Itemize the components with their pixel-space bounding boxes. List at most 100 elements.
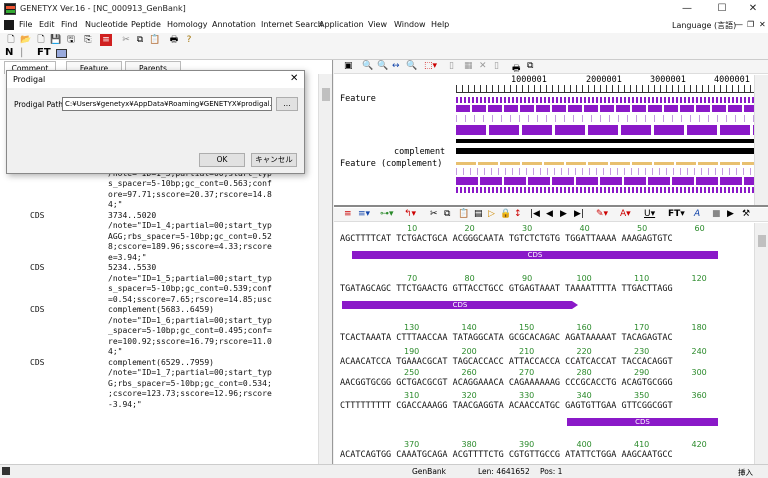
marker-color-icon[interactable]: ✎▾ (596, 209, 608, 219)
menu-annotation[interactable]: Annotation (212, 20, 256, 29)
tools-icon[interactable]: ⚒ (742, 209, 750, 219)
cds-feature-bar[interactable]: CDS (567, 418, 718, 426)
left-scroll-thumb[interactable] (322, 88, 330, 101)
ft-button[interactable]: FT (37, 47, 51, 58)
export-icon[interactable]: ⎘ (82, 34, 94, 46)
help-icon[interactable]: ? (183, 34, 195, 46)
menu-edit[interactable]: Edit (39, 20, 55, 29)
feature-text-line: 5234..5530 (108, 263, 157, 272)
menu-application[interactable]: Application (319, 20, 364, 29)
sequence-line[interactable]: TCACTAAATA CTTTAACCAA TATAGGCATA GCGCACA… (340, 333, 673, 343)
select-icon[interactable]: ⬚▾ (424, 61, 437, 71)
menu-file[interactable]: File (19, 20, 32, 29)
seq-copy-icon[interactable]: ⧉ (444, 209, 450, 219)
new-file-icon[interactable]: 🗋 (5, 34, 17, 46)
cds-feature-bar[interactable]: CDS (352, 251, 718, 259)
map-scrollbar[interactable] (754, 75, 768, 205)
save-all-icon[interactable]: 🖫 (65, 34, 77, 46)
italic-icon[interactable]: A (694, 209, 700, 219)
menu-language[interactable]: Language (言語) (672, 20, 736, 31)
bar-icon[interactable]: ▯ (494, 61, 499, 71)
pin-icon[interactable]: ↕ (514, 209, 522, 219)
sequence-line[interactable]: AACGGTGCGG GCTGACGCGT ACAGGAAACA CAGAAAA… (340, 378, 673, 388)
cds-feature-bar[interactable]: CDS (342, 301, 578, 309)
stop-icon[interactable]: ■ (712, 209, 721, 219)
path-input[interactable]: C:¥Users¥genetyx¥AppData¥Roaming¥GENETYX… (62, 97, 272, 111)
menu-help[interactable]: Help (431, 20, 449, 29)
ruler-tick-3: 3000001 (650, 75, 686, 85)
maximize-button[interactable]: ☐ (707, 2, 737, 16)
lock-icon[interactable]: 🔒 (500, 209, 511, 219)
cancel-button[interactable]: キャンセル (251, 153, 297, 167)
prev-icon[interactable]: ◀ (546, 209, 553, 219)
menu-find[interactable]: Find (61, 20, 77, 29)
menu-nucleotide[interactable]: Nucleotide (85, 20, 128, 29)
zoom-fit-icon[interactable]: 🔍 (406, 61, 417, 71)
sequence-position-number: 310 (404, 391, 420, 400)
play-icon[interactable]: ▶ (727, 209, 734, 219)
zoom-in-icon[interactable]: 🔍 (362, 61, 373, 71)
line-style2-icon[interactable]: ≡▾ (358, 209, 370, 219)
sequence-line[interactable]: TGATAGCAGC TTCTGAACTG GTTACCTGCC GTGAGTA… (340, 284, 673, 294)
goto-icon[interactable]: ▷ (488, 209, 495, 219)
new-doc-icon[interactable]: 🗋 (35, 34, 47, 46)
mdi-minimize-icon[interactable]: — (735, 20, 743, 29)
complement-track-thin (456, 162, 754, 165)
cut-icon[interactable]: ✂ (120, 34, 132, 46)
copy-icon[interactable]: ⧉ (134, 34, 146, 46)
seq-paste-icon[interactable]: 📋 (458, 209, 469, 219)
ruler-ticks (456, 85, 754, 93)
sequence-toolbar: ≡ ≡▾ ⊶▾ ↰▾ ✂ ⧉ 📋 ▤ ▷ 🔒 ↕ |◀ ◀ ▶ ▶| ✎▾ A▾… (334, 208, 768, 222)
font-color-icon[interactable]: A▾ (620, 209, 631, 219)
left-scrollbar[interactable] (318, 74, 332, 464)
ok-button[interactable]: OK (199, 153, 245, 167)
map-copy-icon[interactable]: ⧉ (527, 61, 533, 71)
sequence-line[interactable]: CTTTTTTTTT CGACCAAAGG TAACGAGGTA ACAACCA… (340, 401, 673, 411)
sequence-scrollbar[interactable] (754, 223, 768, 464)
open-file-icon[interactable]: 📂 (20, 34, 32, 46)
menu-view[interactable]: View (368, 20, 387, 29)
sequence-position-number: 380 (461, 440, 477, 449)
feature-text-line: e=3.94;" (108, 252, 147, 262)
seq-clipboard-icon[interactable]: ▤ (474, 209, 483, 219)
doc-icon[interactable] (4, 20, 14, 30)
menu-homology[interactable]: Homology (167, 20, 208, 29)
save-icon[interactable]: 💾 (50, 34, 62, 46)
line-style-icon[interactable]: ≡ (344, 209, 352, 219)
marker-icon[interactable]: ≡ (100, 34, 112, 46)
close-button[interactable]: ✕ (738, 2, 768, 16)
sequence-position-number: 110 (634, 274, 650, 283)
underline-icon[interactable]: U▾ (644, 209, 655, 219)
sequence-position-number: 330 (519, 391, 535, 400)
delete-icon[interactable]: ✕ (479, 61, 487, 71)
first-icon[interactable]: |◀ (530, 209, 540, 219)
menu-internet-search[interactable]: Internet Search (261, 20, 323, 29)
n-button[interactable]: N (5, 47, 13, 58)
tree-icon[interactable]: ⊶▾ (380, 209, 394, 219)
mdi-close-icon[interactable]: ✕ (759, 20, 766, 29)
seq-cut-icon[interactable]: ✂ (430, 209, 438, 219)
wrap-icon[interactable]: ↰▾ (404, 209, 416, 219)
sequence-line[interactable]: ACAACATCCA TGAAACGCAT TAGCACCACC ATTACCA… (340, 357, 673, 367)
pane-splitter[interactable] (334, 205, 768, 207)
minimize-button[interactable]: — (672, 2, 702, 16)
grid-icon[interactable]: ▦ (464, 61, 473, 71)
next-icon[interactable]: ▶ (560, 209, 567, 219)
sequence-line[interactable]: AGCTTTTCAT TCTGACTGCA ACGGGCAATA TGTCTCT… (340, 234, 673, 244)
last-icon[interactable]: ▶| (574, 209, 584, 219)
menu-window[interactable]: Window (394, 20, 426, 29)
ruler-tick-4: 4000001 (714, 75, 750, 85)
map-view-icon[interactable]: ▣ (344, 61, 353, 71)
sequence-scroll-thumb[interactable] (758, 235, 766, 247)
paste-icon[interactable]: 📋 (149, 34, 161, 46)
fit-width-icon[interactable]: ↔ (392, 61, 400, 71)
print-icon[interactable]: 🖶 (168, 34, 180, 46)
browse-button[interactable]: ... (276, 97, 298, 111)
menu-peptide[interactable]: Peptide (131, 20, 161, 29)
ft-menu-icon[interactable]: FT▾ (668, 209, 685, 219)
zoom-out-icon[interactable]: 🔍 (377, 61, 388, 71)
dialog-close-icon[interactable]: ✕ (290, 73, 298, 84)
mdi-restore-icon[interactable]: ❐ (747, 20, 754, 29)
sequence-line[interactable]: ACATCAGTGG CAAATGCAGA ACGTTTTCTG CGTGTTG… (340, 450, 673, 460)
window-icon[interactable] (56, 49, 67, 58)
